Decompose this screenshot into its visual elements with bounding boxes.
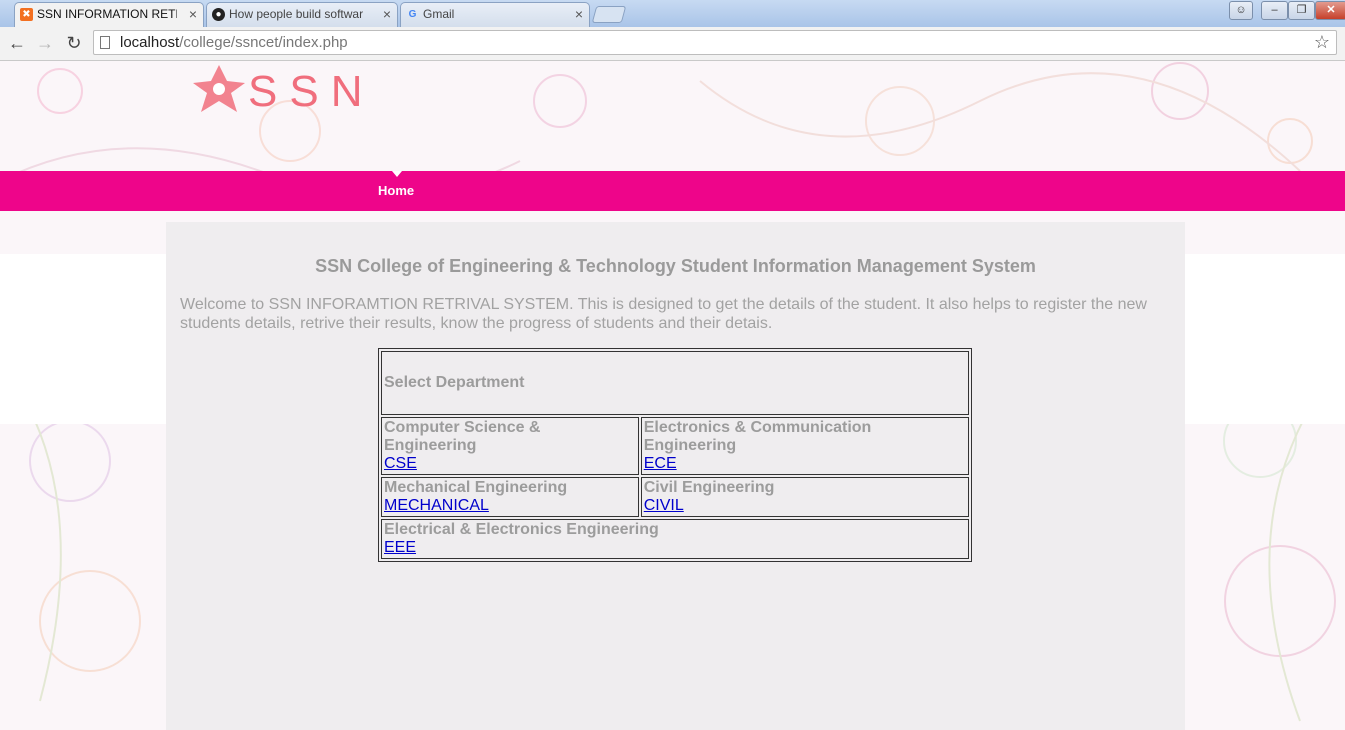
department-table: Select Department Computer Science & Eng… [378,348,972,562]
department-link-eee[interactable]: EEE [384,539,966,557]
xampp-icon: ✖ [20,8,33,21]
tab-close-icon[interactable]: × [575,3,583,25]
browser-tab[interactable]: ● How people build softwar × [206,2,398,27]
page-title: SSN College of Engineering & Technology … [315,256,1036,276]
department-link-ece[interactable]: ECE [644,455,966,473]
close-window-button[interactable]: ✕ [1315,1,1345,20]
bookmark-star-icon[interactable]: ☆ [1314,32,1330,53]
tab-close-icon[interactable]: × [189,3,197,25]
url-path: /college/ssncet/index.php [179,34,348,51]
back-icon[interactable]: ← [6,32,28,54]
browser-tab[interactable]: ✖ SSN INFORMATION RETRI × [14,2,204,27]
department-name: Civil Engineering [643,479,775,496]
department-name: Computer Science & Engineering [384,419,541,454]
maximize-button[interactable]: ❐ [1288,1,1315,20]
url-text[interactable]: localhost/college/ssncet/index.php [120,34,348,51]
main-content: SSN College of Engineering & Technology … [166,222,1185,730]
minimize-button[interactable]: – [1261,1,1288,20]
address-bar[interactable]: localhost/college/ssncet/index.php ☆ [93,30,1337,55]
department-link-cse[interactable]: CSE [384,455,636,473]
nav-home-link[interactable]: Home [378,183,414,198]
department-cell: Mechanical Engineering MECHANICAL [381,477,639,517]
ssn-logo: SSN [193,61,362,116]
department-cell: Computer Science & Engineering CSE [381,417,639,475]
new-tab-button[interactable] [591,6,627,23]
tab-title: How people build softwar [229,7,364,21]
reload-icon[interactable]: ↻ [63,32,85,54]
google-icon: G [408,9,417,20]
tab-title: SSN INFORMATION RETRI [37,7,177,21]
department-link-civil[interactable]: CIVIL [644,497,966,515]
page-icon [100,36,110,49]
web-page: SSN Home SSN College of Engineering & Te… [0,61,1345,730]
department-cell: Civil Engineering CIVIL [640,477,969,517]
tab-close-icon[interactable]: × [383,3,391,25]
browser-toolbar: ← → ↻ localhost/college/ssncet/index.php… [0,27,1345,61]
github-icon: ● [212,8,225,21]
url-host: localhost [120,34,180,51]
logo-text: SSN [248,67,375,116]
department-name: Electronics & Communication Engineering [643,419,872,454]
forward-icon[interactable]: → [34,32,56,54]
department-name: Mechanical Engineering [384,479,568,496]
main-navbar: Home [0,171,1345,211]
department-cell: Electronics & Communication Engineering … [640,417,969,475]
user-profile-icon[interactable]: ☺ [1229,1,1253,20]
site-header: SSN [0,61,1345,171]
department-name: Electrical & Electronics Engineering [384,521,659,538]
department-table-heading: Select Department [381,351,969,415]
tab-title: Gmail [423,7,455,21]
department-cell: Electrical & Electronics Engineering EEE [381,519,969,559]
department-link-mechanical[interactable]: MECHANICAL [384,497,636,515]
welcome-text: Welcome to SSN INFORAMTION RETRIVAL SYST… [180,296,1147,332]
browser-tab-strip: ✖ SSN INFORMATION RETRI × ● How people b… [0,0,1345,27]
browser-tab[interactable]: G Gmail × [400,2,590,27]
active-indicator [392,171,402,177]
ssn-emblem-icon [193,65,245,112]
